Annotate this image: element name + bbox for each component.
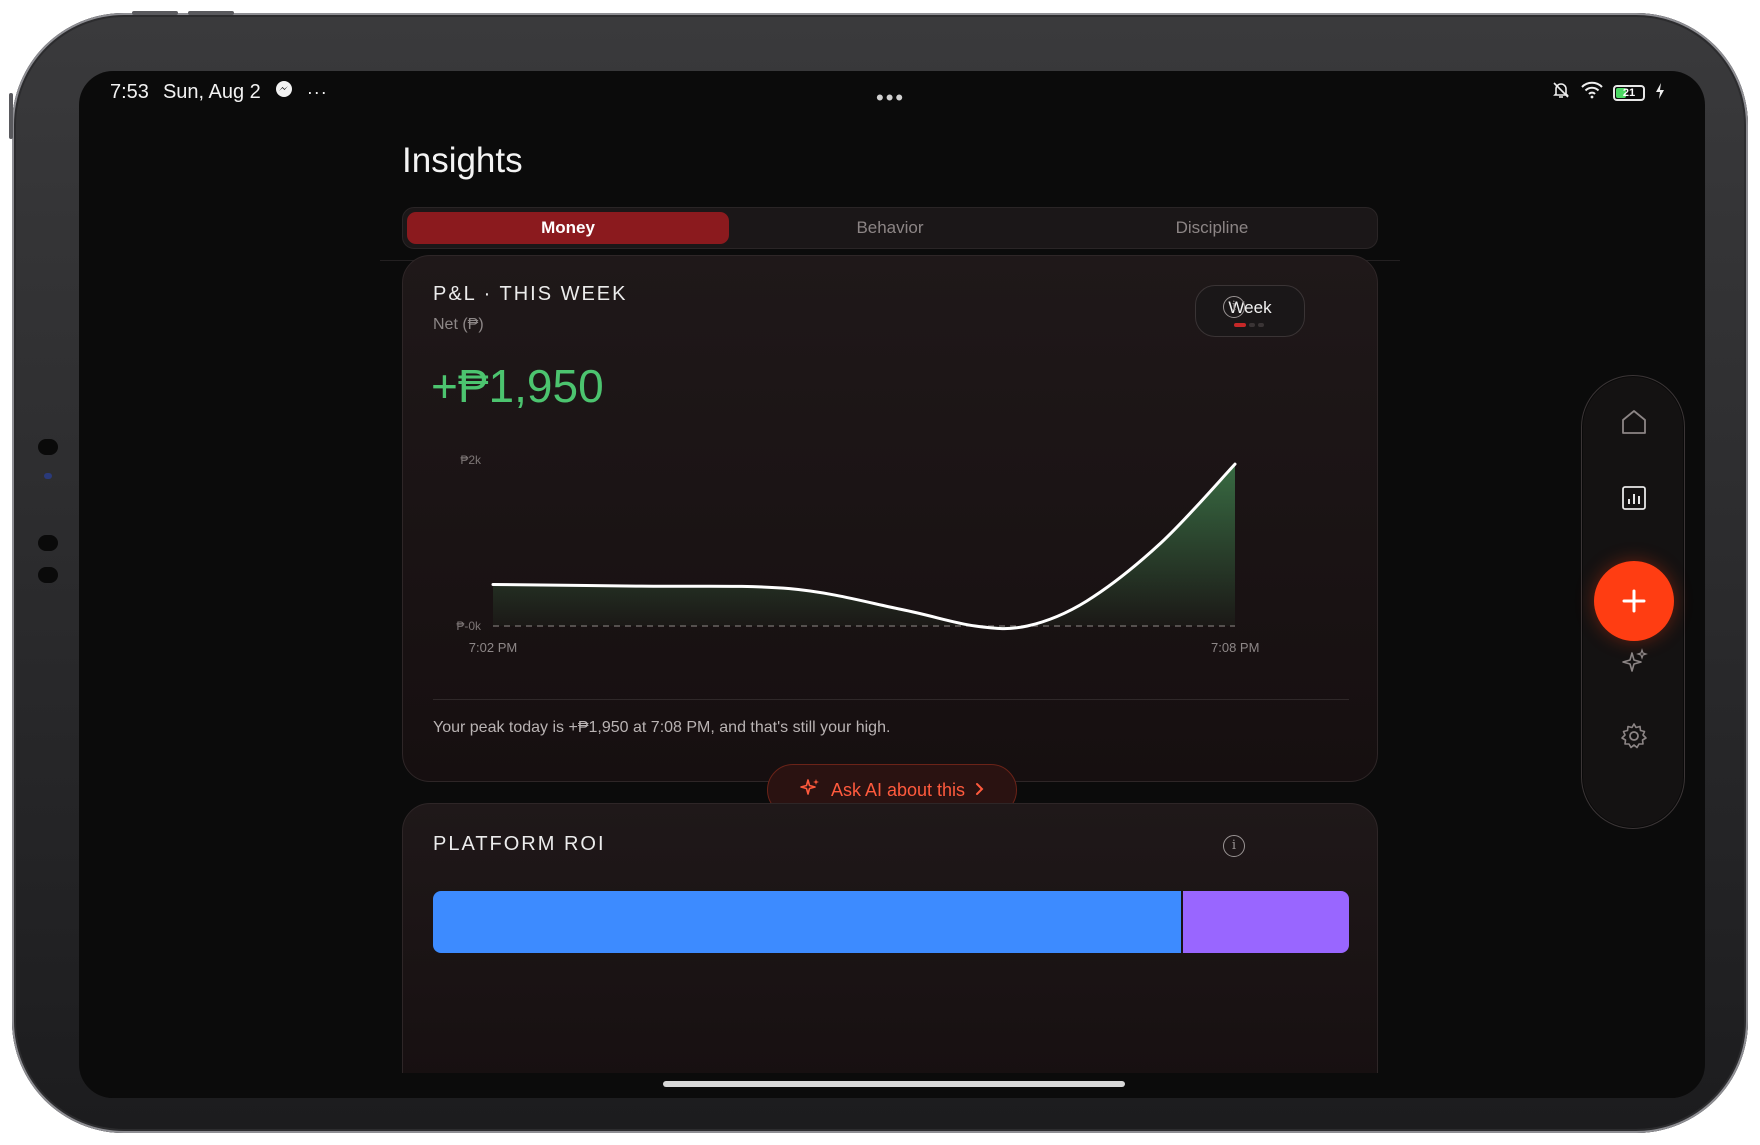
sparkle-icon[interactable] [1608,636,1660,688]
series-area [493,464,1235,629]
camera-lens [44,473,52,479]
add-icon [1622,589,1646,613]
status-date: Sun, Aug 2 [162,80,261,103]
pnl-card: P&L · THIS WEEK Net (₱) +₱1,950 Week i ₱… [402,255,1378,816]
roi-stacked-bar [433,891,1349,953]
battery-icon: 21 [1613,85,1645,101]
sparkle-icon [799,777,821,804]
messenger-icon [275,80,293,104]
status-bar: 7:53 Sun, Aug 2 ··· ••• 21 [79,71,1705,115]
roi-segment[interactable] [1181,891,1349,953]
chevron-right-icon [975,780,985,801]
roi-card: PLATFORM ROI i [402,803,1378,1098]
y-tick-label: ₱2k [460,453,482,467]
roi-segment[interactable] [433,891,1182,953]
pnl-card-subtitle: Net (₱) [433,316,484,333]
mute-icon [1551,80,1571,106]
top-button-2 [188,11,234,15]
sensor [38,567,58,583]
tablet-frame: 7:53 Sun, Aug 2 ··· ••• 21 Insights Mone… [9,11,1748,1133]
nav-rail [1581,375,1685,829]
battery-level: 21 [1622,87,1636,99]
top-button [132,11,178,15]
tab-money[interactable]: Money [407,212,729,244]
x-tick-label: 7:02 PM [469,640,517,655]
status-time: 7:53 [110,80,149,103]
info-icon[interactable]: i [1223,296,1245,318]
add-button[interactable] [1594,561,1674,641]
multitask-handle[interactable]: ••• [876,85,905,111]
page-title: Insights [402,141,523,180]
screen: 7:53 Sun, Aug 2 ··· ••• 21 Insights Mone… [79,71,1705,1098]
wifi-icon [1581,81,1603,105]
period-indicator [1234,323,1264,327]
gear-icon[interactable] [1608,710,1660,762]
charging-icon [1655,82,1665,105]
chart-divider [433,699,1349,700]
home-icon[interactable] [1608,396,1660,448]
pnl-chart: ₱2k ₱-0k 7:02 PM 7:08 PM [456,453,1259,655]
roi-card-title: PLATFORM ROI [433,833,606,855]
sensor [38,535,58,551]
pnl-net-value: +₱1,950 [431,360,604,412]
tab-behavior[interactable]: Behavior [729,212,1051,244]
roi-info-icon[interactable]: i [1223,835,1245,857]
pnl-insight-text: Your peak today is +₱1,950 at 7:08 PM, a… [433,719,891,736]
ask-ai-label: Ask AI about this [830,779,966,800]
segmented-tabs: Money Behavior Discipline [402,207,1378,249]
more-notifications-icon: ··· [306,81,328,102]
period-toggle-button[interactable]: Week [1195,285,1305,337]
y-tick-label: ₱-0k [456,619,482,633]
sensor [38,439,58,455]
volume-button [9,93,13,139]
chart-icon[interactable] [1608,472,1660,524]
tab-discipline[interactable]: Discipline [1051,212,1373,244]
x-tick-label: 7:08 PM [1211,640,1259,655]
pnl-card-title: P&L · THIS WEEK [433,283,628,305]
home-indicator[interactable] [663,1081,1125,1087]
